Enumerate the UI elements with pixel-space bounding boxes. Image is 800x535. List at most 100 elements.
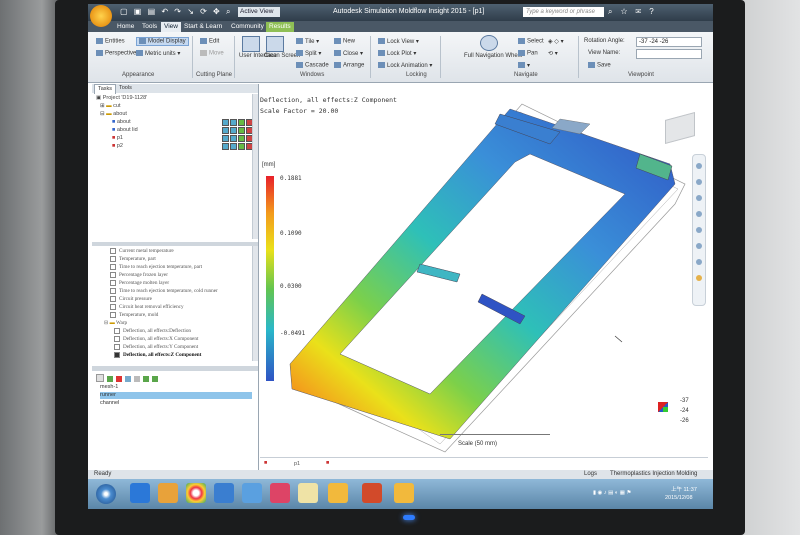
lock-plot-button[interactable]: Lock Plot ▾ [378, 50, 416, 57]
result-item[interactable]: Circuit pressure [110, 296, 152, 302]
active-view-select[interactable]: Active View [238, 7, 280, 17]
tab-results[interactable]: Results [266, 22, 294, 32]
layer-item-selected[interactable]: runner [100, 392, 252, 399]
lock-animation-button[interactable]: Lock Animation ▾ [378, 62, 432, 69]
title-icons[interactable]: ⌕ ☆ ✉ ? [608, 7, 657, 17]
quick-access-toolbar[interactable]: ▢ ▣ ▤ ↶ ↷ ↘ ⟳ ✥ ⌕ [120, 7, 232, 17]
part-model[interactable] [260, 84, 708, 470]
arrange-button[interactable]: Arrange [334, 62, 364, 69]
rotation-angle-input[interactable]: -37 -24 -26 [636, 37, 702, 47]
ie-icon[interactable] [130, 483, 150, 503]
layer-item[interactable]: mesh-1 [100, 384, 252, 391]
result-item[interactable]: Percentage frozen layer [110, 272, 168, 278]
result-checkbox[interactable] [110, 312, 116, 318]
layer-item[interactable]: channel [100, 400, 252, 407]
result-checkbox[interactable] [114, 328, 120, 334]
rotate-buttons[interactable]: ⟲ ▾ [548, 50, 558, 57]
application-button[interactable] [90, 5, 112, 27]
zoom-in-icon[interactable] [696, 227, 702, 233]
powerpoint-icon[interactable] [362, 483, 382, 503]
tree-item-p1[interactable]: ■ p1 [112, 135, 123, 141]
pane-splitter[interactable] [92, 242, 258, 246]
clean-screen-label[interactable]: Clean Screen [264, 53, 300, 59]
result-checkbox[interactable] [114, 344, 120, 350]
moldflow2-icon[interactable] [394, 483, 414, 503]
cutting-plane-edit-button[interactable]: Edit [200, 38, 219, 45]
edit-layer-icon[interactable] [134, 376, 140, 382]
move-up-icon[interactable] [143, 376, 149, 382]
tab-community[interactable]: Community [228, 22, 267, 32]
result-checkbox[interactable] [110, 256, 116, 262]
user-interface-icon[interactable] [242, 36, 260, 52]
result-checkbox[interactable] [110, 264, 116, 270]
result-item[interactable]: Time to reach ejection temperature, part [110, 264, 202, 270]
result-item[interactable]: Time to reach ejection temperature, cold… [110, 288, 218, 294]
result-checkbox[interactable] [110, 296, 116, 302]
moldflow-icon[interactable] [328, 483, 348, 503]
move-down-icon[interactable] [152, 376, 158, 382]
new-window-button[interactable]: New [334, 38, 355, 45]
result-checkbox[interactable] [114, 336, 120, 342]
result-item[interactable]: Circuit heat removal efficiency [110, 304, 184, 310]
tree-item-about-folder[interactable]: ⊟ ▬ about [100, 111, 127, 117]
save-view-button[interactable]: Save [588, 62, 611, 69]
result-item[interactable]: Deflection, all effects:Y Component [114, 344, 198, 350]
logs-button[interactable]: Logs [584, 470, 597, 479]
clock-time[interactable]: 上午 11:37 [671, 485, 697, 493]
units-select[interactable]: Metric units ▾ [136, 50, 180, 57]
photo-icon[interactable] [270, 483, 290, 503]
results-scrollbar[interactable] [252, 246, 258, 361]
zoom-out-icon[interactable] [696, 243, 702, 249]
start-button[interactable] [96, 484, 116, 504]
result-item[interactable]: Current metal temperature [110, 248, 174, 254]
pan-button[interactable]: Pan [518, 50, 538, 57]
tab-tasks[interactable]: Tasks [94, 84, 117, 94]
folder-icon[interactable] [214, 483, 234, 503]
tree-item-about-lid[interactable]: ■ about lid [112, 127, 138, 133]
view-tab-p1[interactable]: p1 [294, 461, 300, 467]
result-item[interactable]: Percentage molten layer [110, 280, 169, 286]
perspective-button[interactable]: Perspective [96, 50, 136, 57]
result-checkbox[interactable] [110, 280, 116, 286]
navigation-wheel-icon[interactable] [480, 35, 498, 51]
pane-splitter[interactable] [92, 366, 258, 371]
fit-icon[interactable] [696, 259, 702, 265]
tree-item-project[interactable]: ▣ Project 'D19-1128' [96, 95, 147, 101]
result-checkbox-checked[interactable] [114, 352, 120, 358]
result-checkbox[interactable] [110, 272, 116, 278]
cascade-button[interactable]: Cascade [296, 62, 329, 69]
wheel-icon[interactable] [696, 163, 702, 169]
clean-screen-icon[interactable] [266, 36, 284, 52]
lock-view-button[interactable]: Lock View ▾ [378, 38, 419, 45]
tile-button[interactable]: Tile ▾ [296, 38, 319, 45]
tab-home[interactable]: Home [114, 22, 137, 32]
result-checkbox[interactable] [110, 304, 116, 310]
result-item[interactable]: Deflection, all effects:Deflection [114, 328, 191, 334]
lookat-icon[interactable] [696, 275, 702, 281]
view-name-select[interactable] [636, 49, 702, 59]
result-group-warp[interactable]: ⊟ ▬ Warp [104, 320, 127, 326]
zoom-button[interactable]: ▾ [518, 62, 530, 69]
tree-item-cut[interactable]: ⊞ ▬ cut [100, 103, 121, 109]
orbit-icon[interactable] [696, 195, 702, 201]
new-layer-icon[interactable] [96, 374, 104, 382]
tab-tools[interactable]: Tools [139, 22, 160, 32]
cutting-plane-move-button[interactable]: Move [200, 50, 224, 57]
tab-start-learn[interactable]: Start & Learn [181, 22, 225, 32]
tree-item-p2[interactable]: ■ p2 [112, 143, 123, 149]
chrome-icon[interactable] [186, 483, 206, 503]
split-button[interactable]: Split ▾ [296, 50, 321, 57]
close-tab-icon[interactable]: ■ [326, 460, 329, 466]
clock-date[interactable]: 2015/12/08 [665, 495, 693, 501]
close-window-button[interactable]: Close ▾ [334, 50, 363, 57]
check-icon[interactable] [107, 376, 113, 382]
result-item-selected[interactable]: Deflection, all effects:Z Component [114, 352, 201, 358]
result-checkbox[interactable] [110, 248, 116, 254]
app-icon[interactable] [242, 483, 262, 503]
entities-button[interactable]: Entities [96, 38, 125, 45]
model-display-button[interactable]: Model Display [136, 37, 189, 46]
tray-icons[interactable]: ▮ ◉ ♪ ▤ ◐ ▦ ⚑ [593, 490, 631, 496]
tab-tools-pane[interactable]: Tools [116, 84, 135, 93]
navigation-bar[interactable] [692, 154, 706, 306]
model-viewport[interactable]: Deflection, all effects:Z Component Scal… [260, 84, 708, 470]
